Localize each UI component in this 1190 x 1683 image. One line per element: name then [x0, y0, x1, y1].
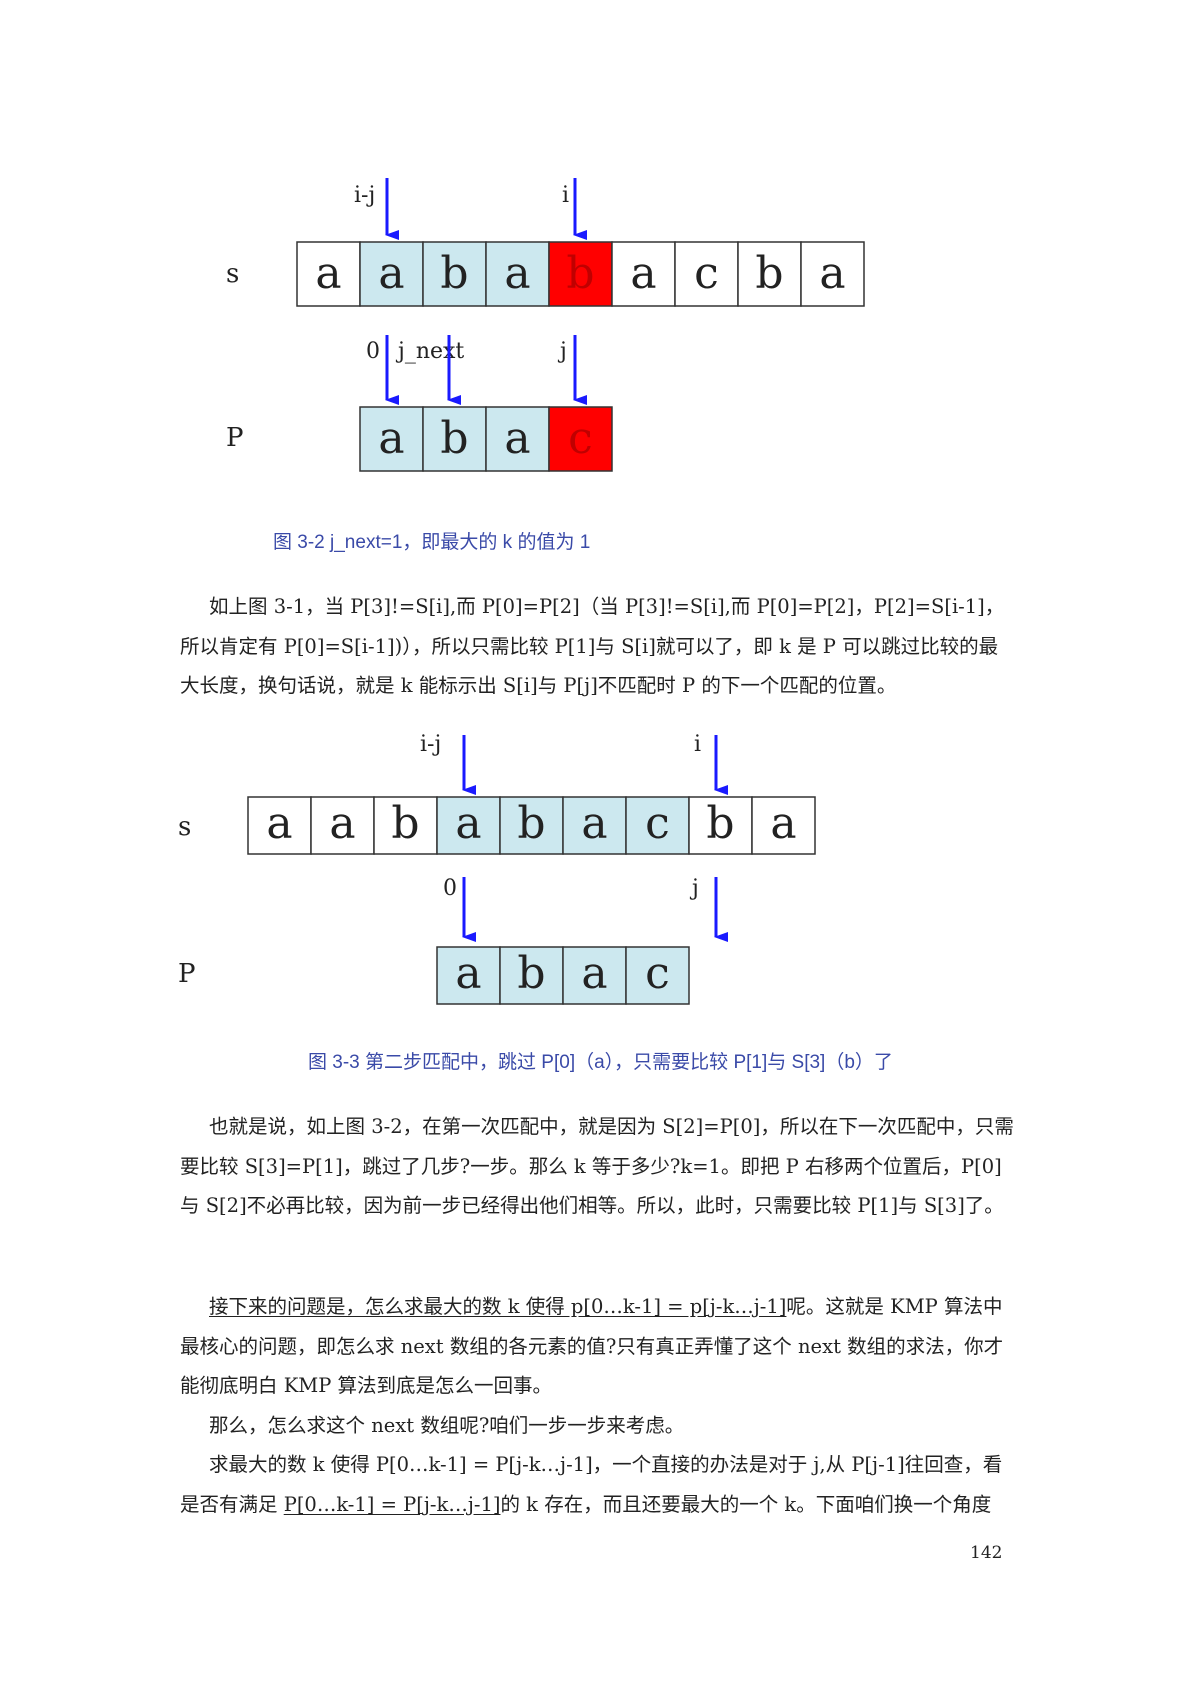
- pointer-label-i-j: i-j: [420, 732, 441, 757]
- cell-character: b: [391, 798, 419, 849]
- cell-character: c: [645, 798, 670, 849]
- cell-character: a: [581, 948, 607, 999]
- paragraph-1: 如上图 3-1，当 P[3]!=S[i],而 P[0]=P[2]（当 P[3]!…: [180, 595, 1005, 697]
- s-string-row: aababacba: [296, 241, 865, 307]
- cell-character: c: [568, 413, 593, 464]
- cell-character: b: [566, 248, 594, 299]
- cell-character: a: [770, 798, 796, 849]
- figure-3-3-svg: s P aababacba abac i-j i 0 j: [178, 732, 816, 1005]
- pointer-label-i: i: [694, 732, 701, 757]
- figure-3-3-caption: 图 3-3 第二步匹配中，跳过 P[0]（a），只需要比较 P[1]与 S[3]…: [308, 1052, 893, 1073]
- cell-character: a: [378, 248, 404, 299]
- underlined-condition: P[0…k-1] = P[j-k…j-1]: [283, 1492, 501, 1516]
- cell-character: a: [455, 948, 481, 999]
- paragraph-4: 那么，怎么求这个 next 数组呢?咱们一步一步来考虑。: [209, 1413, 685, 1437]
- pointer-label-j: j: [689, 876, 699, 901]
- figure-3-2-svg: s P aababacba abac i-j i 0 j_next j: [226, 178, 865, 472]
- pointer-label-0: 0: [366, 339, 380, 364]
- cell-character: a: [455, 798, 481, 849]
- p-row-label: P: [226, 423, 244, 453]
- pointer-label-i: i: [562, 183, 569, 208]
- figure-3-2: s P aababacba abac i-j i 0 j_next j: [0, 160, 1190, 500]
- p-row-label: P: [178, 959, 196, 989]
- cell-character: c: [645, 948, 670, 999]
- s-row-label: s: [226, 259, 239, 289]
- cell-character: b: [517, 798, 545, 849]
- cell-character: b: [440, 413, 468, 464]
- p-string-row: abac: [359, 406, 613, 472]
- cell-character: b: [517, 948, 545, 999]
- cell-character: a: [504, 248, 530, 299]
- pointer-label-j-next: j_next: [395, 339, 464, 364]
- cell-character: b: [706, 798, 734, 849]
- cell-character: a: [329, 798, 355, 849]
- s-string-row: aababacba: [247, 796, 816, 855]
- cell-character: a: [819, 248, 845, 299]
- paragraph-2: 也就是说，如上图 3-2，在第一次匹配中，就是因为 S[2]=P[0]，所以在下…: [180, 1115, 1014, 1217]
- page-number: 142: [970, 1543, 1003, 1563]
- cell-character: a: [315, 248, 341, 299]
- cell-character: a: [630, 248, 656, 299]
- pointer-label-0: 0: [443, 876, 457, 901]
- cell-character: b: [440, 248, 468, 299]
- paragraph-5: 求最大的数 k 使得 P[0…k-1] = P[j-k…j-1]，一个直接的办法…: [180, 1453, 1003, 1516]
- paragraph-3: 接下来的问题是，怎么求最大的数 k 使得 p[0…k-1] = p[j-k…j-…: [180, 1287, 1015, 1524]
- pointer-label-j: j: [557, 339, 567, 364]
- figure-3-2-caption: 图 3-2 j_next=1，即最大的 k 的值为 1: [273, 532, 591, 553]
- underlined-question: 接下来的问题是，怎么求最大的数 k 使得 p[0…k-1] = p[j-k…j-…: [209, 1295, 787, 1318]
- cell-character: a: [504, 413, 530, 464]
- pointer-label-i-j: i-j: [354, 183, 375, 208]
- cell-character: b: [755, 248, 783, 299]
- s-row-label: s: [178, 812, 191, 842]
- p-string-row: abac: [436, 946, 690, 1005]
- cell-character: a: [266, 798, 292, 849]
- cell-character: a: [378, 413, 404, 464]
- cell-character: a: [581, 798, 607, 849]
- cell-character: c: [694, 248, 719, 299]
- figure-3-3: s P aababacba abac i-j i 0 j: [0, 727, 1190, 1027]
